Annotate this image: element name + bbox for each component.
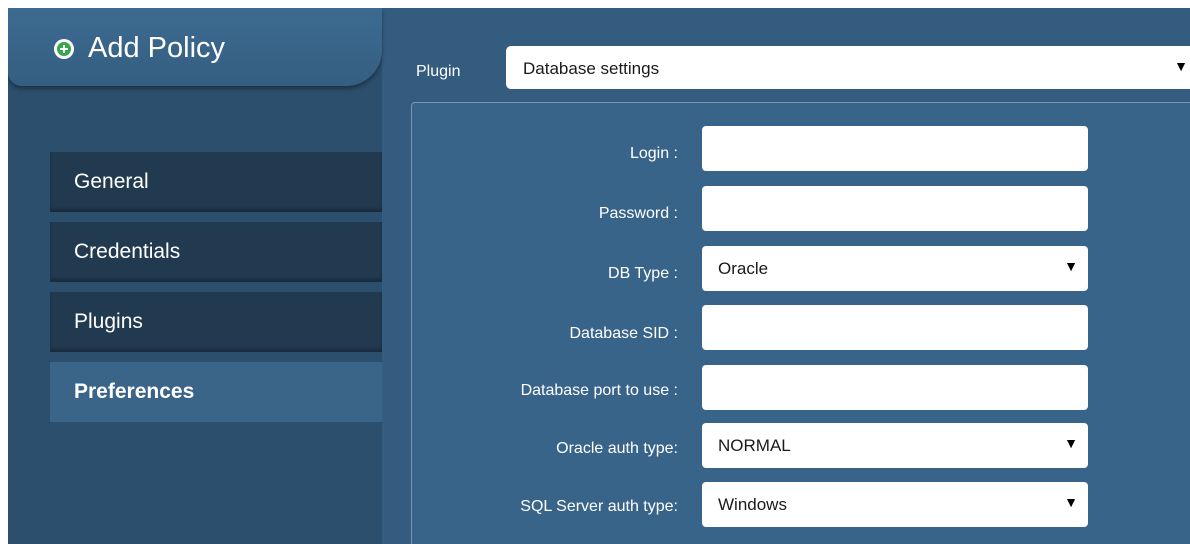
policy-editor: Add Policy General Credentials Plugins P… [8, 8, 1190, 544]
sidebar-item-credentials[interactable]: Credentials [50, 222, 382, 282]
sidebar-item-label: General [74, 170, 149, 193]
login-input[interactable] [702, 126, 1088, 171]
triangle-down-icon: ▼ [1064, 494, 1078, 510]
sidebar-item-label: Credentials [74, 240, 181, 263]
plugin-select[interactable]: Database settings ▼ [506, 46, 1190, 89]
login-label: Login : [629, 145, 678, 162]
sidebar-item-label: Preferences [74, 380, 195, 403]
sidebar: Add Policy General Credentials Plugins P… [8, 8, 382, 544]
oracle-auth-type-select[interactable]: NORMAL ▼ [702, 423, 1088, 468]
db-type-value: Oracle [718, 259, 769, 278]
sidebar-item-preferences[interactable]: Preferences [50, 362, 382, 422]
sidebar-item-label: Plugins [74, 310, 143, 333]
triangle-down-icon: ▼ [1064, 435, 1078, 451]
password-input[interactable] [702, 186, 1088, 231]
triangle-down-icon: ▼ [1064, 258, 1078, 274]
page-title: Add Policy [88, 32, 226, 64]
triangle-down-icon: ▼ [1174, 58, 1188, 74]
database-port-input[interactable] [702, 365, 1088, 410]
oracle-auth-type-value: NORMAL [718, 436, 791, 455]
sidebar-item-plugins[interactable]: Plugins [50, 292, 382, 352]
oracle-auth-type-label: Oracle auth type: [556, 440, 678, 457]
database-port-label: Database port to use : [520, 382, 678, 399]
db-type-label: DB Type : [608, 265, 678, 282]
sidebar-item-general[interactable]: General [50, 152, 382, 212]
sql-server-auth-type-select[interactable]: Windows ▼ [702, 482, 1088, 527]
password-label: Password : [598, 205, 678, 222]
plugin-label: Plugin [416, 63, 461, 80]
sql-server-auth-type-label: SQL Server auth type: [520, 498, 678, 515]
add-policy-header: Add Policy [8, 8, 382, 86]
sql-server-auth-type-value: Windows [718, 495, 787, 514]
database-sid-input[interactable] [702, 305, 1088, 350]
plugin-select-value: Database settings [523, 59, 660, 78]
db-type-select[interactable]: Oracle ▼ [702, 246, 1088, 291]
add-circle-icon [54, 39, 74, 59]
database-sid-label: Database SID : [569, 325, 679, 342]
